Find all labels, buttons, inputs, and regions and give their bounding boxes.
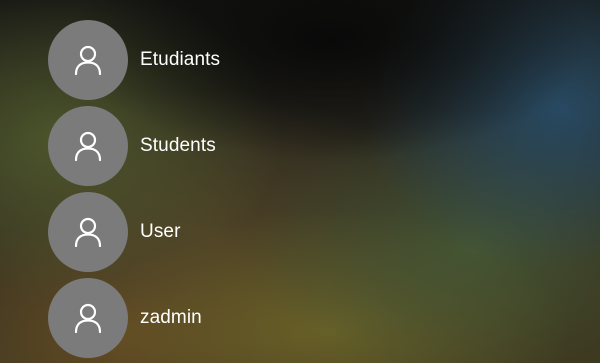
avatar [48,20,128,100]
account-name: zadmin [140,307,202,328]
account-item-students[interactable]: Students [48,106,468,186]
account-name: Students [140,135,216,156]
account-name: Etudiants [140,49,221,70]
avatar [48,106,128,186]
account-item-zadmin[interactable]: zadmin [48,278,468,358]
account-name: User [140,221,181,242]
user-icon [74,45,102,76]
account-list: Etudiants Students User zadmin [48,20,468,363]
account-item-user[interactable]: User [48,192,468,272]
user-icon [74,131,102,162]
user-icon [74,217,102,248]
account-item-etudiants[interactable]: Etudiants [48,20,468,100]
avatar [48,192,128,272]
avatar [48,278,128,358]
user-icon [74,303,102,334]
